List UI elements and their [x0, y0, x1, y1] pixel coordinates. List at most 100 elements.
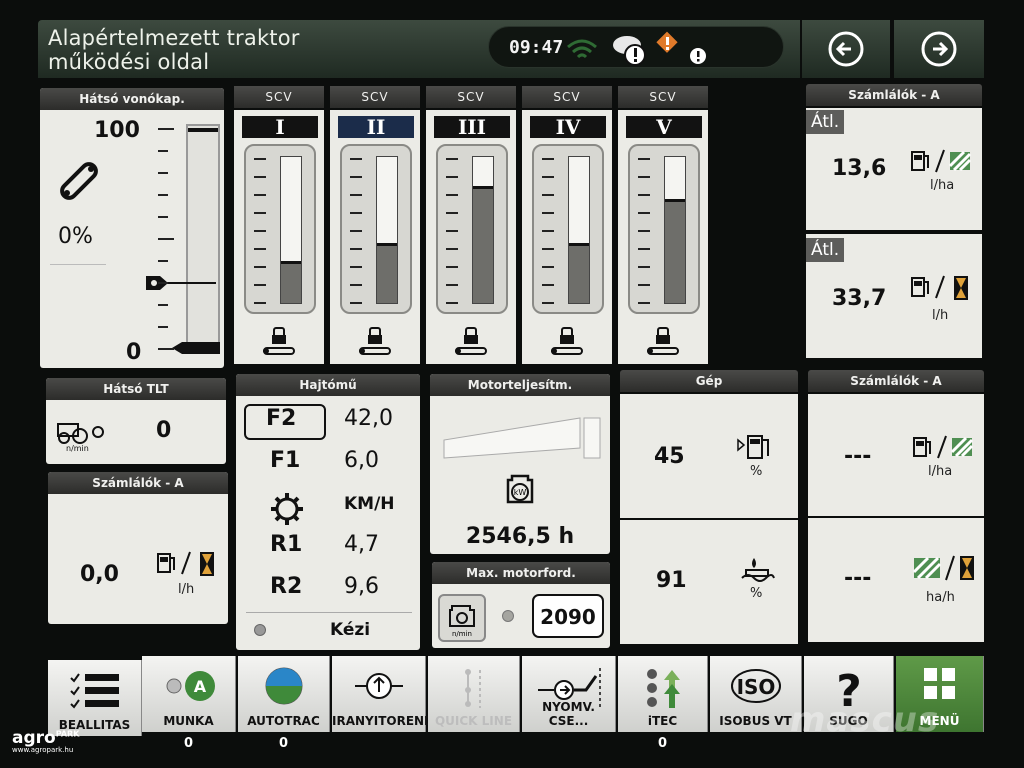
scv-scale-tick [638, 212, 650, 214]
scv-body[interactable]: I [234, 110, 324, 364]
status-bar: 09:47 [488, 26, 784, 68]
agropark-watermark: agroPARK www.agropark.hu [12, 728, 80, 754]
isobus-vt-button[interactable]: ISO ISOBUS VT [710, 656, 802, 732]
scv-1-panel[interactable]: SCV I [234, 86, 324, 366]
scv-title: SCV [330, 86, 420, 108]
hitch-limit-marker[interactable] [170, 340, 222, 356]
scv-scale-tick [350, 248, 362, 250]
counter-right-row-2[interactable]: --- ha/h [808, 518, 984, 642]
hitch-scale-min: 0 [126, 340, 142, 365]
counter-row-1[interactable]: Átl. 13,6 l/ha [806, 108, 982, 230]
engine-power-panel[interactable]: Motorteljesítm. kW 2546,5 h [430, 374, 610, 554]
track-switch-button[interactable]: NYOMV. CSE... [522, 656, 616, 732]
hitch-scale-tick [158, 238, 174, 240]
cloud-warning-icon[interactable] [609, 31, 649, 67]
engine-kw-icon: kW [506, 474, 534, 504]
scv-gauge[interactable] [244, 144, 316, 314]
scv-gauge[interactable] [436, 144, 508, 314]
page-title: Alapértelmezett traktor működési oldal [48, 26, 300, 74]
warning-diamond-icon[interactable] [655, 31, 679, 55]
scv-gauge[interactable] [628, 144, 700, 314]
hitch-scale-tick [158, 260, 168, 262]
page-header: Alapértelmezett traktor működési oldal 0… [38, 20, 800, 78]
settings-button[interactable]: BEALLITAS [48, 660, 142, 736]
rear-pto-panel[interactable]: Hátsó TLT n/min 0 [46, 378, 226, 464]
scv-label: V [626, 116, 702, 138]
scv-title: SCV [426, 86, 516, 108]
max-rpm-value[interactable]: 2090 [532, 594, 604, 638]
scv-4-panel[interactable]: SCV IV [522, 86, 612, 366]
rear-hitch-panel[interactable]: Hátsó vonókap. 0% 100 0 [40, 88, 224, 368]
counters-a-top-panel[interactable]: Számlálók - A Átl. 13,6 l/ha Átl. 33,7 l… [806, 84, 982, 360]
scv-lock-icon[interactable] [548, 324, 588, 360]
transmission-panel[interactable]: Hajtómű Kézi F2 42,0 F1 6,0 KM/H R1 4,7 R2 9,6 [236, 374, 420, 650]
scv-lock-icon[interactable] [356, 324, 396, 360]
scv-scale-tick [638, 230, 650, 232]
itec-icon [646, 669, 680, 708]
scv-lock-icon[interactable] [260, 324, 300, 360]
counter-right-value-1: --- [844, 444, 872, 469]
machine-panel[interactable]: Gép 45 % 91 % [620, 370, 798, 646]
steering-control-button[interactable]: IRANYITOREND [332, 656, 434, 732]
scv-scale-tick [254, 158, 266, 160]
gear-speed: 9,6 [344, 574, 379, 599]
scv-scale-tick [446, 284, 458, 286]
scv-body[interactable]: III [426, 110, 516, 364]
counter-right-row-1[interactable]: --- l/ha [808, 394, 984, 516]
gear-cog-icon [271, 493, 303, 525]
quick-line-button[interactable]: QUICK LINE [428, 656, 520, 732]
scv-2-panel[interactable]: SCV II [330, 86, 420, 366]
button-label: AUTOTRAC [247, 714, 320, 728]
forward-button[interactable] [894, 20, 984, 78]
scv-scale-tick [446, 212, 458, 214]
scv-3-panel[interactable]: SCV III [426, 86, 516, 366]
scv-body[interactable]: II [330, 110, 420, 364]
back-button[interactable] [802, 20, 890, 78]
work-button[interactable]: A MUNKA 0 [142, 656, 236, 751]
scv-scale-tick [638, 302, 650, 304]
scv-lock-icon[interactable] [452, 324, 492, 360]
hitch-scale-max: 100 [94, 118, 140, 143]
scv-lock-icon[interactable] [644, 324, 684, 360]
autotrac-button[interactable]: AUTOTRAC 0 [238, 656, 330, 751]
gear-speed: 4,7 [344, 532, 379, 557]
info-alert-icon[interactable] [689, 47, 707, 65]
scv-body[interactable]: V [618, 110, 708, 364]
scv-label: III [434, 116, 510, 138]
scv-gauge[interactable] [532, 144, 604, 314]
svg-text:A: A [193, 677, 206, 696]
scv-scale-tick [542, 230, 554, 232]
scv-scale-tick [542, 212, 554, 214]
scv-scale-tick [542, 266, 554, 268]
arrow-right-icon [921, 31, 957, 67]
scv-scale-tick [350, 212, 362, 214]
area-per-hour-icon [912, 555, 974, 581]
counters-a-left-panel[interactable]: Számlálók - A 0,0 l/h [48, 472, 228, 624]
scv-gauge[interactable] [340, 144, 412, 314]
scv-scale-tick [446, 158, 458, 160]
counter-row-2[interactable]: Átl. 33,7 l/h [806, 234, 982, 358]
rpm-icon-button[interactable]: n/min [438, 594, 486, 642]
itec-button[interactable]: iTEC 0 [618, 656, 708, 751]
scv-scale-tick [638, 176, 650, 178]
scv-scale-tick [542, 284, 554, 286]
svg-text:ISO: ISO [736, 675, 775, 699]
hitch-scale-tick [158, 172, 168, 174]
scv-flow-level [377, 243, 397, 303]
def-tank-icon [741, 558, 775, 582]
counters-a-right-panel[interactable]: Számlálók - A --- l/ha --- ha/h [808, 370, 984, 642]
hitch-slider[interactable] [186, 124, 220, 352]
max-engine-rpm-panel[interactable]: Max. motorford. n/min 2090 [432, 562, 610, 648]
scv-scale-tick [446, 194, 458, 196]
gear-label: F2 [266, 406, 297, 431]
wifi-icon [567, 39, 597, 59]
scv-body[interactable]: IV [522, 110, 612, 364]
def-level-row[interactable]: 91 % [620, 520, 798, 644]
scv-5-panel[interactable]: SCV V [618, 86, 708, 366]
gear-label: R1 [270, 532, 303, 557]
fuel-level-row[interactable]: 45 % [620, 394, 798, 518]
button-label: QUICK LINE [434, 714, 513, 728]
scv-flow-bar [568, 156, 590, 304]
quick-line-icon [464, 669, 481, 708]
pto-rpm-unit: n/min [66, 444, 89, 453]
